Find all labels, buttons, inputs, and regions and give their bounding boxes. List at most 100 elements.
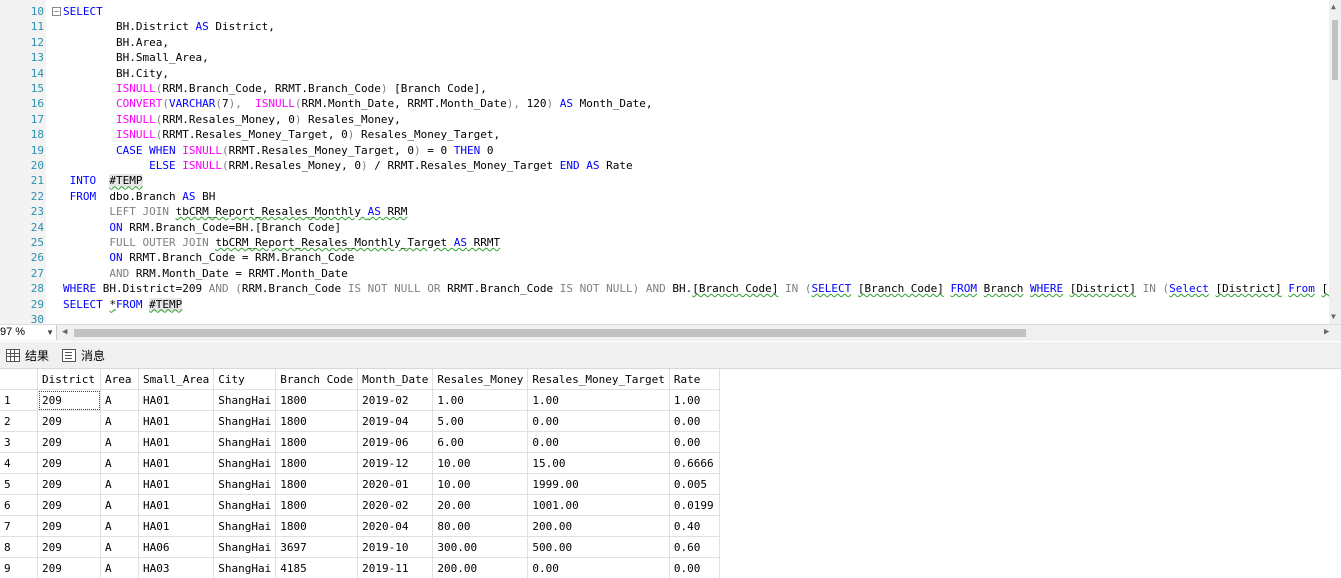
table-row[interactable]: 5 209 A HA01 ShangHai 1800 2020-01 10.00 1999.00… xyxy=(0,473,720,495)
code-line[interactable]: 30 xyxy=(0,312,1330,324)
code-line[interactable]: 28 WHERE BH.District=209 AND (RRM.Branch_… xyxy=(0,281,1341,296)
table-cell[interactable]: 209 xyxy=(37,389,101,411)
scroll-right-icon[interactable]: ▶ xyxy=(1324,327,1329,337)
results-grid[interactable]: District Area Small_Area City Branch Code Mon… xyxy=(0,369,1341,578)
column-header[interactable]: Rate xyxy=(669,369,720,390)
table-cell[interactable]: 200.00 xyxy=(432,557,529,578)
table-cell[interactable]: 209 xyxy=(37,410,101,432)
column-header[interactable]: Resales_Money xyxy=(432,369,529,390)
row-number[interactable]: 7 xyxy=(0,515,38,537)
vertical-scrollbar[interactable]: ▲ ▼ xyxy=(1329,0,1341,324)
row-number[interactable]: 2 xyxy=(0,410,38,432)
table-cell[interactable]: 209 xyxy=(37,557,101,578)
table-cell[interactable]: 1800 xyxy=(275,431,359,453)
code-line[interactable]: 20 ELSE ISNULL(RRM.Resales_Money, 0) / R… xyxy=(0,158,1330,173)
table-cell[interactable]: A xyxy=(100,557,139,578)
table-cell[interactable]: ShangHai xyxy=(213,452,277,474)
table-cell[interactable]: 209 xyxy=(37,515,101,537)
table-cell[interactable]: 0.00 xyxy=(669,410,720,432)
column-header[interactable]: District xyxy=(37,369,101,390)
row-number[interactable]: 9 xyxy=(0,557,38,578)
table-cell[interactable]: HA01 xyxy=(138,452,215,474)
table-cell[interactable]: 1800 xyxy=(275,473,359,495)
table-cell[interactable]: 2020-01 xyxy=(357,473,434,495)
table-cell[interactable]: A xyxy=(100,536,139,558)
table-cell[interactable]: HA06 xyxy=(138,536,215,558)
table-cell[interactable]: 0.00 xyxy=(669,557,720,578)
table-cell[interactable]: 1.00 xyxy=(669,389,720,411)
table-cell[interactable]: 0.00 xyxy=(669,431,720,453)
table-cell[interactable]: 2020-04 xyxy=(357,515,434,537)
vertical-scroll-thumb[interactable] xyxy=(1332,20,1338,80)
table-cell[interactable]: A xyxy=(100,410,139,432)
code-line[interactable]: 11 BH.District AS District, xyxy=(0,19,1330,34)
table-cell[interactable]: 209 xyxy=(37,431,101,453)
scroll-left-icon[interactable]: ◀ xyxy=(62,327,67,337)
scroll-down-icon[interactable]: ▼ xyxy=(1331,312,1336,321)
table-cell[interactable]: ShangHai xyxy=(213,515,277,537)
table-cell[interactable]: ShangHai xyxy=(213,536,277,558)
table-cell[interactable]: 0.6666 xyxy=(669,452,720,474)
zoom-select[interactable]: 97 % ▼ xyxy=(0,325,57,340)
table-cell[interactable]: HA03 xyxy=(138,557,215,578)
table-cell[interactable]: 209 xyxy=(37,536,101,558)
column-header[interactable]: Area xyxy=(100,369,139,390)
table-cell[interactable]: HA01 xyxy=(138,473,215,495)
table-cell[interactable]: A xyxy=(100,431,139,453)
code-line[interactable]: 23 LEFT JOIN tbCRM_Report_Resales_Monthl… xyxy=(0,204,1330,219)
collapse-icon[interactable]: − xyxy=(52,7,61,16)
code-line[interactable]: 14 BH.City, xyxy=(0,66,1330,81)
table-cell[interactable]: HA01 xyxy=(138,494,215,516)
table-cell[interactable]: 2019-11 xyxy=(357,557,434,578)
table-row[interactable]: 3 209 A HA01 ShangHai 1800 2019-06 6.00 0.00 0.00 xyxy=(0,431,720,453)
tab-messages[interactable]: 消息 xyxy=(62,346,105,366)
table-cell[interactable]: 209 xyxy=(37,494,101,516)
table-cell[interactable]: 0.40 xyxy=(669,515,720,537)
table-cell[interactable]: ShangHai xyxy=(213,473,277,495)
scroll-up-icon[interactable]: ▲ xyxy=(1331,2,1336,11)
code-line[interactable]: 24 ON RRM.Branch_Code=BH.[Branch Code] xyxy=(0,220,1330,235)
code-line[interactable]: 25 FULL OUTER JOIN tbCRM_Report_Resales_… xyxy=(0,235,1330,250)
column-header[interactable] xyxy=(0,369,38,390)
row-number[interactable]: 8 xyxy=(0,536,38,558)
table-cell[interactable]: ShangHai xyxy=(213,431,277,453)
code-line[interactable]: 27 AND RRM.Month_Date = RRMT.Month_Date xyxy=(0,266,1330,281)
horizontal-scroll-thumb[interactable] xyxy=(74,329,1026,337)
code-line[interactable]: 29 SELECT *FROM #TEMP xyxy=(0,297,1330,312)
table-cell[interactable]: ShangHai xyxy=(213,557,277,578)
table-cell[interactable]: 2019-10 xyxy=(357,536,434,558)
table-cell[interactable]: 1001.00 xyxy=(527,494,670,516)
table-cell[interactable]: 15.00 xyxy=(527,452,670,474)
table-cell[interactable]: 10.00 xyxy=(432,473,529,495)
table-row[interactable]: 6 209 A HA01 ShangHai 1800 2020-02 20.00 1001.00… xyxy=(0,494,720,516)
table-row[interactable]: 2 209 A HA01 ShangHai 1800 2019-04 5.00 0.00 0.00 xyxy=(0,410,720,432)
table-cell[interactable]: 0.00 xyxy=(527,431,670,453)
table-cell[interactable]: 5.00 xyxy=(432,410,529,432)
table-cell[interactable]: HA01 xyxy=(138,389,215,411)
table-cell[interactable]: 1800 xyxy=(275,452,359,474)
table-cell[interactable]: 500.00 xyxy=(527,536,670,558)
table-cell[interactable]: 2019-06 xyxy=(357,431,434,453)
table-cell[interactable]: 1.00 xyxy=(432,389,529,411)
column-header[interactable]: Branch Code xyxy=(275,369,359,390)
table-cell[interactable]: 2019-04 xyxy=(357,410,434,432)
tab-results[interactable]: 结果 xyxy=(6,346,49,366)
table-cell[interactable]: HA01 xyxy=(138,410,215,432)
table-cell[interactable]: A xyxy=(100,515,139,537)
table-cell[interactable]: 200.00 xyxy=(527,515,670,537)
code-line[interactable]: 19 CASE WHEN ISNULL(RRMT.Resales_Money_T… xyxy=(0,143,1330,158)
row-number[interactable]: 5 xyxy=(0,473,38,495)
table-cell[interactable]: A xyxy=(100,389,139,411)
row-number[interactable]: 3 xyxy=(0,431,38,453)
table-cell[interactable]: 1.00 xyxy=(527,389,670,411)
table-cell[interactable]: 300.00 xyxy=(432,536,529,558)
table-cell[interactable]: ShangHai xyxy=(213,494,277,516)
row-number[interactable]: 6 xyxy=(0,494,38,516)
code-line[interactable]: 10− SELECT xyxy=(0,4,1330,19)
table-cell[interactable]: 0.005 xyxy=(669,473,720,495)
code-line[interactable]: 15 ISNULL(RRM.Branch_Code, RRMT.Branch_C… xyxy=(0,81,1330,96)
column-header[interactable]: Month_Date xyxy=(357,369,434,390)
code-line[interactable]: 22 FROM dbo.Branch AS BH xyxy=(0,189,1330,204)
table-cell[interactable]: 209 xyxy=(37,473,101,495)
table-cell[interactable]: 0.0199 xyxy=(669,494,720,516)
